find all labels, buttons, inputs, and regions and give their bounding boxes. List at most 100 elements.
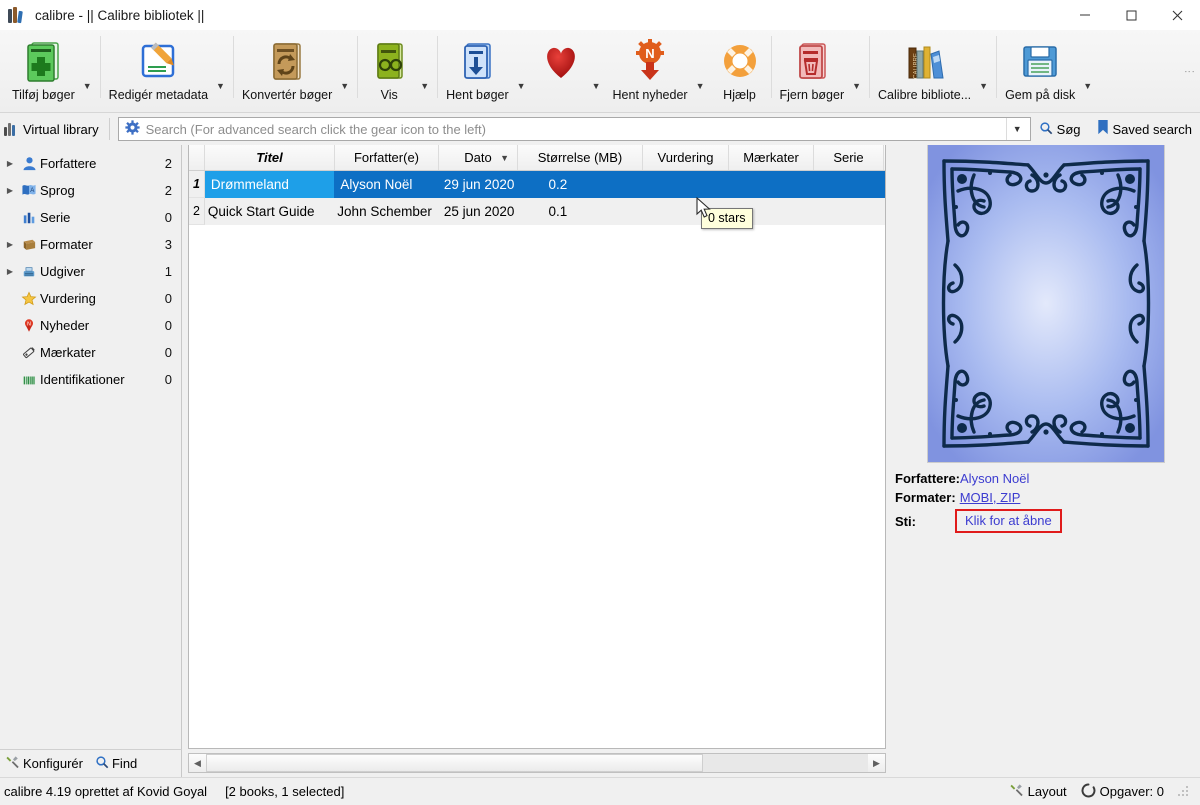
toolbar-button-convert-books[interactable]: Konvertér bøger bbox=[236, 30, 338, 113]
table-row[interactable]: 2 Quick Start Guide John Schember 25 jun… bbox=[189, 198, 885, 225]
sidebar-item-count: 3 bbox=[164, 237, 172, 252]
expander-icon[interactable]: ▶ bbox=[2, 240, 18, 249]
sidebar-item-sprog[interactable]: ▶ A Sprog 2 bbox=[0, 177, 181, 204]
scroll-right-arrow[interactable]: ▶ bbox=[868, 754, 885, 772]
jobs-indicator[interactable]: Opgaver: 0 bbox=[1081, 783, 1164, 801]
table-row[interactable]: 1 Drømmeland Alyson Noël 29 jun 2020 0.2 bbox=[189, 171, 885, 198]
scroll-thumb[interactable] bbox=[206, 754, 703, 772]
metadata-value-formats-link[interactable]: MOBI, ZIP bbox=[960, 490, 1021, 505]
book-list-horizontal-scrollbar[interactable]: ◀ ▶ bbox=[188, 753, 886, 773]
book-metadata: Forfattere: Alyson Noël Formater: MOBI, … bbox=[895, 471, 1195, 537]
toolbar-button-fetch-news[interactable]: N Hent nyheder bbox=[607, 30, 694, 113]
sidebar-item-label: Identifikationer bbox=[40, 372, 125, 387]
column-header-maerkater[interactable]: Mærkater bbox=[729, 145, 814, 170]
search-button[interactable]: Søg bbox=[1031, 116, 1089, 142]
expander-icon[interactable]: ▶ bbox=[2, 186, 18, 195]
toolbar-label: Hent nyheder bbox=[612, 88, 688, 102]
toolbar-button-edit-metadata[interactable]: Redigér metadata bbox=[103, 30, 214, 113]
status-left: calibre 4.19 oprettet af Kovid Goyal [2 … bbox=[0, 784, 344, 799]
find-button[interactable]: Find bbox=[89, 755, 143, 772]
resize-grip-icon[interactable] bbox=[1178, 785, 1190, 798]
minimize-button[interactable] bbox=[1062, 0, 1108, 30]
sidebar-item-maerkater[interactable]: Mærkater 0 bbox=[0, 339, 181, 366]
scroll-track[interactable] bbox=[206, 754, 868, 772]
sidebar-item-udgiver[interactable]: ▶ Udgiver 1 bbox=[0, 258, 181, 285]
view-icon bbox=[366, 36, 412, 86]
toolbar-button-view[interactable]: Vis bbox=[360, 30, 418, 113]
configure-button[interactable]: Konfigurér bbox=[0, 755, 89, 772]
svg-text:N: N bbox=[27, 322, 31, 328]
virtual-library-label: Virtual library bbox=[23, 121, 99, 137]
tag-icon bbox=[18, 345, 40, 360]
sidebar-item-identifikationer[interactable]: Identifikationer 0 bbox=[0, 366, 181, 393]
add-books-icon bbox=[20, 36, 66, 86]
toolbar-button-get-books[interactable]: Hent bøger bbox=[440, 30, 515, 113]
maximize-button[interactable] bbox=[1108, 0, 1154, 30]
metadata-value-path-link[interactable]: Klik for at åbne bbox=[965, 513, 1052, 528]
virtual-library-button[interactable]: Virtual library bbox=[0, 116, 109, 142]
gear-icon[interactable] bbox=[125, 120, 140, 138]
column-header-serie[interactable]: Serie bbox=[814, 145, 884, 170]
cell-serie[interactable] bbox=[811, 198, 885, 225]
metadata-key: Forfattere: bbox=[895, 471, 961, 486]
toolbar-button-donate[interactable] bbox=[532, 30, 590, 113]
metadata-row-forfattere: Forfattere: Alyson Noël bbox=[895, 471, 1195, 486]
cell-titel[interactable]: Quick Start Guide bbox=[204, 198, 335, 225]
sidebar-item-vurdering[interactable]: Vurdering 0 bbox=[0, 285, 181, 312]
sort-descending-icon: ▼ bbox=[500, 152, 509, 163]
column-header-titel[interactable]: Titel bbox=[205, 145, 335, 170]
toolbar-button-add-books[interactable]: Tilføj bøger bbox=[6, 30, 81, 113]
metadata-value-author-link[interactable]: Alyson Noël bbox=[960, 471, 1029, 486]
jobs-label: Opgaver: 0 bbox=[1099, 784, 1164, 799]
toolbar-overflow-label: ⋮ bbox=[1183, 66, 1195, 77]
magnifier-icon bbox=[1039, 121, 1053, 138]
cell-vurdering[interactable] bbox=[641, 171, 727, 198]
toolbar-button-save-to-disk[interactable]: Gem på disk bbox=[999, 30, 1081, 113]
toolbar-overflow-button[interactable]: ⋮ bbox=[1178, 30, 1200, 113]
toolbar-button-remove-books[interactable]: Fjern bøger bbox=[774, 30, 851, 113]
toolbar-button-calibre-library[interactable]: CALIBRE Calibre bibliote... bbox=[872, 30, 977, 113]
expander-icon[interactable]: ▶ bbox=[2, 159, 18, 168]
search-history-dropdown[interactable]: ▼ bbox=[1005, 118, 1028, 140]
column-header-stoerrelse[interactable]: Størrelse (MB) bbox=[518, 145, 643, 170]
column-label: Mærkater bbox=[743, 150, 799, 165]
search-input[interactable]: Search (For advanced search click the ge… bbox=[117, 117, 1031, 141]
expander-icon[interactable]: ▶ bbox=[2, 267, 18, 276]
sidebar-item-serie[interactable]: Serie 0 bbox=[0, 204, 181, 231]
edit-metadata-icon bbox=[135, 36, 181, 86]
cell-dato[interactable]: 25 jun 2020 bbox=[437, 198, 517, 225]
cell-titel[interactable]: Drømmeland bbox=[204, 171, 335, 198]
sidebar-item-count: 0 bbox=[164, 318, 172, 333]
toolbar-label: Konvertér bøger bbox=[241, 88, 333, 102]
cell-dato[interactable]: 29 jun 2020 bbox=[437, 171, 517, 198]
mouse-cursor bbox=[696, 196, 713, 224]
tag-browser-sidebar: ▶ Forfattere 2 ▶ A Sprog 2 Serie 0 ▶ For… bbox=[0, 145, 182, 749]
cell-serie[interactable] bbox=[811, 171, 885, 198]
column-header-dato[interactable]: Dato ▼ bbox=[439, 145, 518, 170]
cell-forfattere[interactable]: Alyson Noël bbox=[334, 171, 438, 198]
row-number: 2 bbox=[189, 198, 205, 225]
column-label: Serie bbox=[833, 150, 864, 165]
cell-forfattere[interactable]: John Schember bbox=[334, 198, 438, 225]
sidebar-item-count: 2 bbox=[164, 183, 172, 198]
toolbar-separator bbox=[996, 36, 998, 98]
book-cover-image[interactable] bbox=[927, 145, 1165, 463]
column-header-vurdering[interactable]: Vurdering bbox=[643, 145, 729, 170]
scroll-left-arrow[interactable]: ◀ bbox=[189, 754, 206, 772]
sidebar-item-forfattere[interactable]: ▶ Forfattere 2 bbox=[0, 150, 181, 177]
path-open-highlight-box[interactable]: Klik for at åbne bbox=[955, 509, 1062, 533]
layout-button[interactable]: Layout bbox=[1010, 783, 1067, 800]
cell-stoerrelse[interactable]: 0.2 bbox=[516, 171, 642, 198]
cell-stoerrelse[interactable]: 0.1 bbox=[516, 198, 642, 225]
wrench-icon bbox=[6, 755, 20, 772]
close-button[interactable] bbox=[1154, 0, 1200, 30]
sidebar-item-formater[interactable]: ▶ Formater 3 bbox=[0, 231, 181, 258]
cell-maerkater[interactable] bbox=[726, 171, 812, 198]
sidebar-item-count: 1 bbox=[164, 264, 172, 279]
toolbar-button-help[interactable]: Hjælp bbox=[711, 30, 769, 113]
wrench-icon bbox=[1010, 783, 1024, 800]
sidebar-item-nyheder[interactable]: N Nyheder 0 bbox=[0, 312, 181, 339]
column-header-forfattere[interactable]: Forfatter(e) bbox=[335, 145, 439, 170]
saved-search-label: Saved search bbox=[1112, 121, 1193, 137]
saved-search-button[interactable]: Saved search bbox=[1089, 116, 1200, 142]
